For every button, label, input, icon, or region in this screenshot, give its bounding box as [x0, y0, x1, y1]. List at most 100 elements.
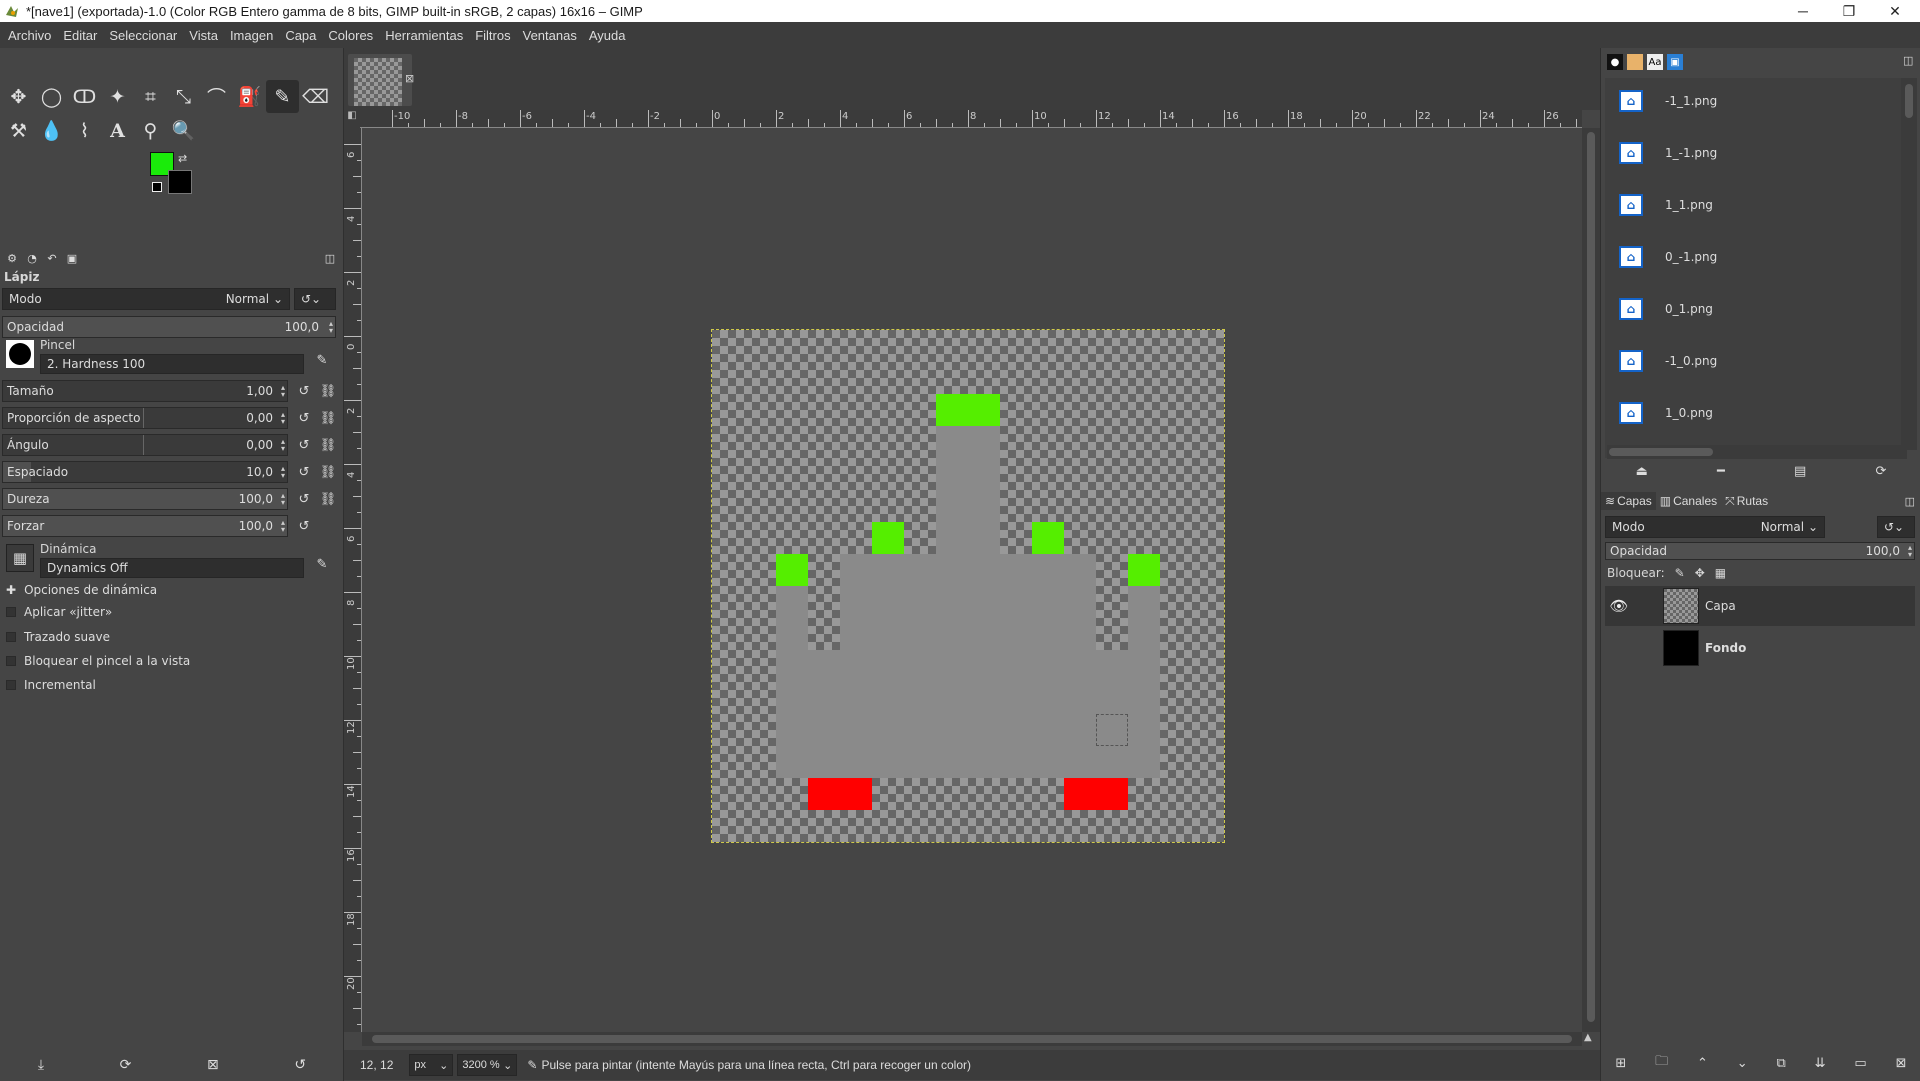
size-slider[interactable]: Tamaño 1,00 ▴ ▾ — [2, 380, 288, 402]
link-spacing-icon[interactable]: ⛓ — [318, 462, 338, 482]
menu-imagen[interactable]: Imagen — [224, 28, 279, 43]
reset-colors-icon[interactable] — [152, 182, 162, 192]
fuzzy-select-tool-icon[interactable]: ✦ — [101, 80, 134, 113]
edit-brush-icon[interactable]: ✎ — [312, 350, 332, 370]
close-tab-icon[interactable]: ⊠ — [405, 72, 414, 85]
menu-filtros[interactable]: Filtros — [469, 28, 516, 43]
reset-aspect-icon[interactable]: ↺ — [294, 408, 314, 428]
tab-channels[interactable]: ▥ Canales — [1656, 492, 1721, 510]
paths-tool-icon[interactable]: ⌇ — [68, 114, 101, 147]
unit-select[interactable]: px ⌄ — [409, 1054, 454, 1076]
dynamics-field[interactable]: Dynamics Off — [40, 558, 304, 578]
crop-tool-icon[interactable]: ⌗ — [134, 80, 167, 113]
text-tool-icon[interactable]: A — [101, 114, 134, 147]
lock-pixels-icon[interactable]: ✎ — [1675, 566, 1685, 580]
lasso-tool-icon[interactable]: ↀ — [68, 80, 101, 113]
image-list-item[interactable]: ⌂ -1_1.png — [1619, 86, 1717, 116]
duplicate-layer-icon[interactable]: ⧉ — [1777, 1056, 1786, 1071]
new-layer-icon[interactable]: ⊞ — [1615, 1056, 1626, 1071]
restore-options-icon[interactable]: ⟳ — [120, 1057, 132, 1073]
opacity-slider[interactable]: Opacidad 100,0 ▴ ▾ — [2, 316, 336, 338]
menu-seleccionar[interactable]: Seleccionar — [103, 28, 183, 43]
add-mask-icon[interactable]: ▭ — [1854, 1056, 1866, 1071]
lower-layer-icon[interactable]: ⌄ — [1737, 1056, 1748, 1071]
edit-dynamics-icon[interactable]: ✎ — [312, 554, 332, 574]
layer-mode-reset-button[interactable]: ↺⌄ — [1877, 516, 1915, 538]
menu-ayuda[interactable]: Ayuda — [583, 28, 632, 43]
bucket-fill-tool-icon[interactable]: ⛽ — [233, 80, 266, 113]
undo-history-tab-icon[interactable]: ↶ — [44, 250, 60, 266]
layer-row-capa[interactable]: 👁 Capa — [1605, 586, 1915, 626]
configure-tab-icon[interactable]: ◫ — [1905, 495, 1915, 508]
layer-opacity-slider[interactable]: Opacidad 100,0 ▴ ▾ — [1605, 542, 1915, 560]
scrollbar-thumb[interactable] — [1587, 132, 1595, 1022]
swap-colors-icon[interactable]: ⇄ — [178, 152, 187, 165]
layer-mode-select[interactable]: Modo Normal ⌄ — [1605, 516, 1825, 538]
aspect-slider[interactable]: Proporción de aspecto 0,00 ▴ ▾ — [2, 407, 288, 429]
image-tab[interactable]: ⊠ — [348, 54, 414, 106]
raise-layer-icon[interactable]: ⌃ — [1697, 1056, 1708, 1071]
menu-herramientas[interactable]: Herramientas — [379, 28, 469, 43]
delete-options-icon[interactable]: ⊠ — [207, 1057, 219, 1073]
image-list-item[interactable]: ⌂ 0_1.png — [1619, 294, 1713, 324]
images-tab-icon[interactable]: ▣ — [64, 250, 80, 266]
dynamics-options-expander[interactable]: ✚ Opciones de dinámica — [6, 583, 157, 597]
open-image-icon[interactable]: ⏏ — [1636, 464, 1648, 479]
spacing-slider[interactable]: Espaciado 10,0 ▴ ▾ — [2, 461, 288, 483]
clone-tool-icon[interactable]: ⚒ — [2, 114, 35, 147]
scrollbar-thumb[interactable] — [372, 1035, 1572, 1043]
view-image-icon[interactable]: ▤ — [1794, 464, 1806, 479]
move-tool-icon[interactable]: ✥ — [2, 80, 35, 113]
images-tab-icon[interactable]: ▣ — [1667, 54, 1683, 70]
zoom-tool-icon[interactable]: 🔍 — [167, 114, 200, 147]
menu-ventanas[interactable]: Ventanas — [517, 28, 583, 43]
menu-capa[interactable]: Capa — [279, 28, 322, 43]
reset-force-icon[interactable]: ↺ — [294, 516, 314, 536]
scale-tool-icon[interactable]: ⤡ — [167, 80, 200, 113]
scrollbar-thumb[interactable] — [1905, 84, 1913, 118]
scrollbar-thumb[interactable] — [1609, 448, 1713, 456]
dynamics-preview-icon[interactable]: ▦ — [6, 544, 34, 572]
jitter-checkbox[interactable]: Aplicar «jitter» — [6, 605, 112, 619]
image-list-item[interactable]: ⌂ 0_-1.png — [1619, 242, 1717, 272]
visibility-eye-icon[interactable]: 👁 — [1605, 597, 1633, 615]
menu-vista[interactable]: Vista — [183, 28, 224, 43]
ellipse-select-tool-icon[interactable]: ◯ — [35, 80, 68, 113]
patterns-tab-icon[interactable] — [1627, 54, 1643, 70]
background-color-swatch[interactable] — [168, 170, 192, 194]
eraser-tool-icon[interactable]: ⌫ — [299, 80, 332, 113]
zoom-select[interactable]: 3200 % ⌄ — [457, 1054, 518, 1076]
menu-colores[interactable]: Colores — [322, 28, 379, 43]
image-canvas[interactable] — [711, 329, 1225, 843]
reset-angle-icon[interactable]: ↺ — [294, 435, 314, 455]
navigate-icon[interactable]: ▲ — [1584, 1032, 1598, 1046]
pencil-tool-icon[interactable]: ✎ — [266, 80, 299, 113]
tool-options-tab-icon[interactable]: ⚙ — [4, 250, 20, 266]
lock-alpha-icon[interactable]: ▦ — [1715, 566, 1726, 580]
lock-position-icon[interactable]: ✥ — [1695, 566, 1705, 580]
fonts-tab-icon[interactable]: Aa — [1647, 54, 1663, 70]
reset-spacing-icon[interactable]: ↺ — [294, 462, 314, 482]
maximize-icon[interactable]: ❐ — [1826, 0, 1872, 22]
mode-reset-button[interactable]: ↺⌄ — [294, 288, 336, 310]
hardness-slider[interactable]: Dureza 100,0 ▴ ▾ — [2, 488, 288, 510]
menu-archivo[interactable]: Archivo — [2, 28, 57, 43]
images-vertical-scrollbar[interactable] — [1901, 78, 1917, 450]
refresh-icon[interactable]: ⟳ — [1875, 464, 1886, 479]
image-list-item[interactable]: ⌂ -1_0.png — [1619, 346, 1717, 376]
reset-options-icon[interactable]: ↺ — [294, 1057, 306, 1073]
merge-down-icon[interactable]: ⇊ — [1815, 1056, 1826, 1071]
horizontal-scrollbar[interactable] — [362, 1032, 1582, 1046]
ruler-corner-icon[interactable]: ◧ — [344, 110, 360, 128]
vertical-scrollbar[interactable] — [1582, 128, 1600, 1032]
brush-name-field[interactable]: 2. Hardness 100 — [40, 354, 304, 374]
force-slider[interactable]: Forzar 100,0 ▴ ▾ — [2, 515, 288, 537]
image-list-item[interactable]: ⌂ 1_0.png — [1619, 398, 1713, 428]
reset-hardness-icon[interactable]: ↺ — [294, 489, 314, 509]
warp-tool-icon[interactable]: ⌒ — [200, 80, 233, 113]
lock-brush-checkbox[interactable]: Bloquear el pincel a la vista — [6, 654, 190, 668]
link-size-icon[interactable]: ⛓ — [318, 381, 338, 401]
image-list-item[interactable]: ⌂ 1_1.png — [1619, 190, 1713, 220]
tab-paths[interactable]: ⤧ Rutas — [1721, 492, 1772, 511]
layer-row-fondo[interactable]: Fondo — [1605, 628, 1915, 668]
